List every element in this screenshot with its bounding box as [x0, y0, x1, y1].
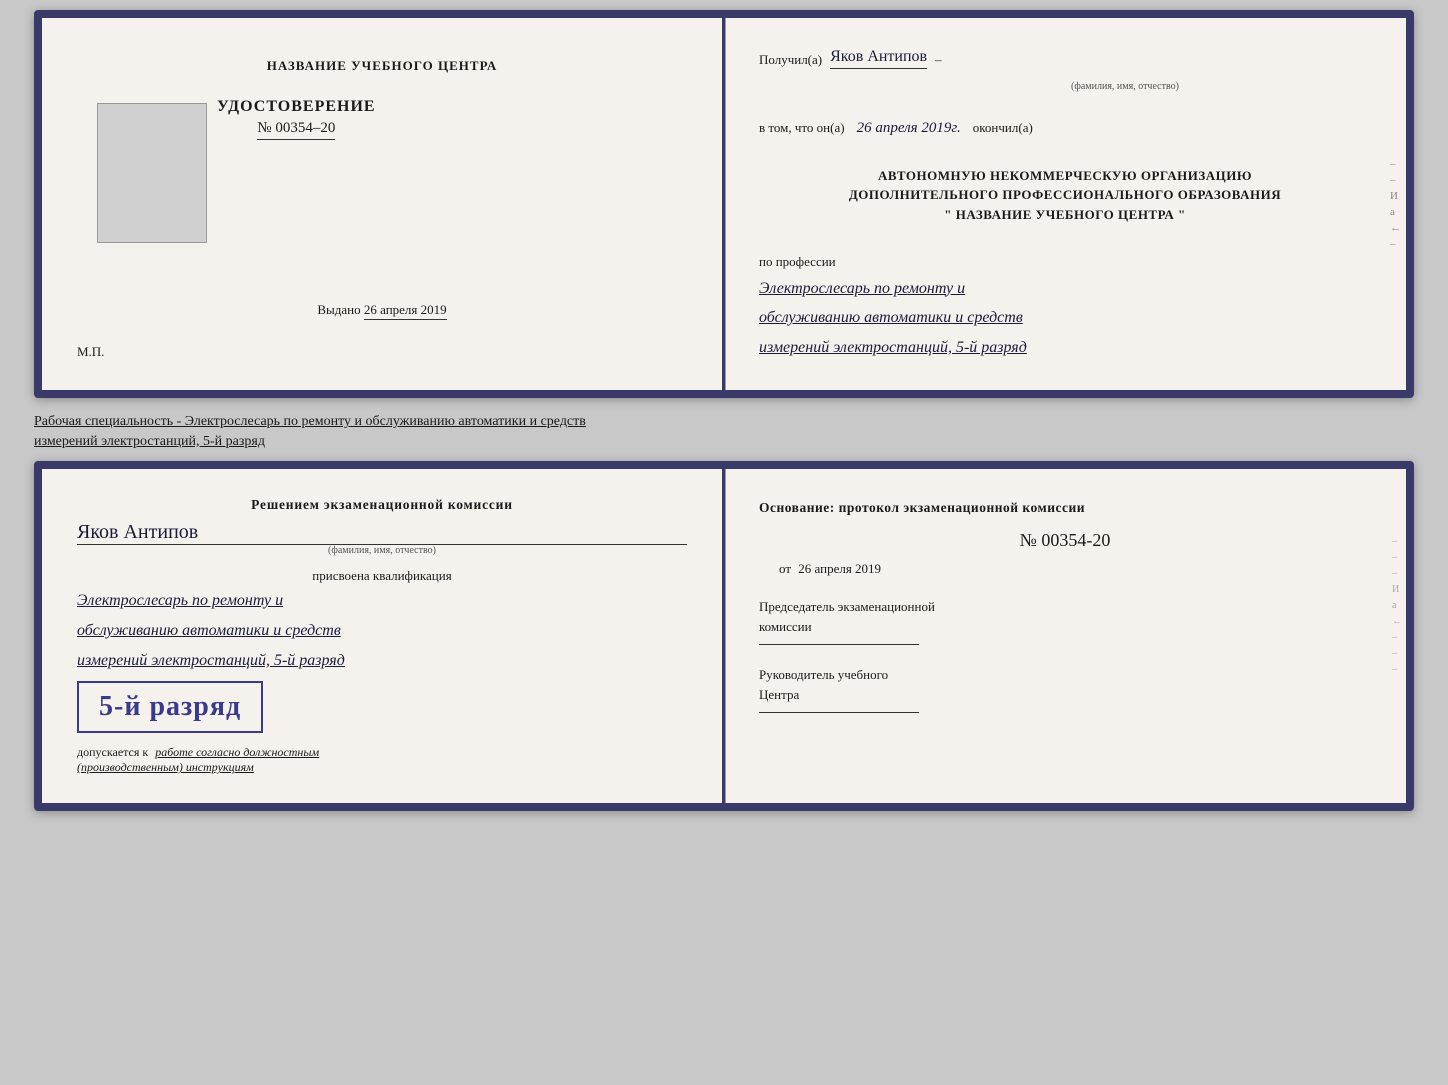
chairman-label1: Председатель экзаменационной [759, 599, 935, 614]
profession-label: по профессии [759, 252, 1371, 272]
qual-line3: измерений электростанций, 5-й разряд [77, 648, 687, 674]
admission-block: допускается к работе согласно должностны… [77, 745, 687, 775]
head-label1: Руководитель учебного [759, 667, 888, 682]
dash: – [935, 50, 942, 70]
in-that-block: в том, что он(а) 26 апреля 2019г. окончи… [759, 118, 1371, 138]
separator-label: Рабочая специальность - Электрослесарь п… [34, 406, 1414, 453]
profession-line1: Электрослесарь по ремонту и [759, 276, 1371, 302]
left-center-title: НАЗВАНИЕ УЧЕБНОГО ЦЕНТРА [267, 58, 498, 74]
chairman-label2: комиссии [759, 619, 812, 634]
date-handwritten: 26 апреля 2019г. [857, 120, 961, 136]
protocol-number: № 00354-20 [759, 530, 1371, 551]
profession-line3: измерений электростанций, 5-й разряд [759, 335, 1371, 361]
separator-text: Рабочая специальность - Электрослесарь п… [34, 414, 586, 449]
person-block: Яков Антипов (фамилия, имя, отчество) [77, 521, 687, 556]
cert-number: № 00354–20 [257, 120, 335, 140]
org-line3: " НАЗВАНИЕ УЧЕБНОГО ЦЕНТРА " [759, 205, 1371, 225]
recipient-name: Яков Антипов [830, 48, 927, 69]
org-block: АВТОНОМНУЮ НЕКОММЕРЧЕСКУЮ ОРГАНИЗАЦИЮ ДО… [759, 166, 1371, 225]
basis-label: Основание: протокол экзаменационной коми… [759, 497, 1371, 520]
date-label: Выдано [317, 302, 360, 317]
org-line1: АВТОНОМНУЮ НЕКОММЕРЧЕСКУЮ ОРГАНИЗАЦИЮ [759, 166, 1371, 186]
cert-info-block: УДОСТОВЕРЕНИЕ № 00354–20 [217, 98, 376, 140]
person-name-subtext: (фамилия, имя, отчество) [77, 545, 687, 556]
profession-line2: обслуживанию автоматики и средств [759, 305, 1371, 331]
document-1: НАЗВАНИЕ УЧЕБНОГО ЦЕНТРА УДОСТОВЕРЕНИЕ №… [34, 10, 1414, 398]
chairman-signature-line [759, 644, 919, 645]
chairman-block: Председатель экзаменационной комиссии [759, 597, 1371, 645]
decision-text: Решением экзаменационной комиссии [77, 497, 687, 513]
qual-line1: Электрослесарь по ремонту и [77, 588, 687, 614]
recipient-block: Получил(а) Яков Антипов – [759, 48, 1371, 69]
mp-stamp: М.П. [77, 344, 104, 360]
head-block: Руководитель учебного Центра [759, 665, 1371, 713]
from-date-block: от 26 апреля 2019 [779, 561, 1371, 577]
grade-box: 5-й разряд [77, 681, 263, 733]
date-value: 26 апреля 2019 [364, 302, 447, 320]
doc2-right-page: Основание: протокол экзаменационной коми… [724, 469, 1406, 803]
from-prefix: от [779, 561, 791, 576]
org-line2: ДОПОЛНИТЕЛЬНОГО ПРОФЕССИОНАЛЬНОГО ОБРАЗО… [759, 185, 1371, 205]
qual-line2: обслуживанию автоматики и средств [77, 618, 687, 644]
cert-photo [97, 103, 207, 243]
right-edge-marks: – – И а ← – [1390, 158, 1401, 250]
head-signature-line [759, 712, 919, 713]
qualification-block: присвоена квалификация Электрослесарь по… [77, 568, 687, 673]
grade-text: 5-й разряд [99, 691, 241, 722]
name-subtext: (фамилия, имя, отчество) [879, 81, 1371, 92]
doc2-right-edge-marks: – – – И а ← – – – [1392, 536, 1402, 675]
cert-title: УДОСТОВЕРЕНИЕ [217, 98, 376, 116]
person-name: Яков Антипов [77, 521, 687, 545]
doc1-left-page: НАЗВАНИЕ УЧЕБНОГО ЦЕНТРА УДОСТОВЕРЕНИЕ №… [42, 18, 724, 390]
document-2: Решением экзаменационной комиссии Яков А… [34, 461, 1414, 811]
finished-label: окончил(а) [973, 120, 1033, 135]
received-label: Получил(а) [759, 50, 822, 70]
from-date-value: 26 апреля 2019 [798, 561, 881, 576]
doc2-left-page: Решением экзаменационной комиссии Яков А… [42, 469, 724, 803]
cert-date-area: Выдано 26 апреля 2019 [317, 302, 446, 320]
doc1-right-page: Получил(а) Яков Антипов – (фамилия, имя,… [724, 18, 1406, 390]
left-middle-area: УДОСТОВЕРЕНИЕ № 00354–20 [77, 88, 687, 258]
qual-label: присвоена квалификация [77, 568, 687, 584]
head-label2: Центра [759, 687, 799, 702]
profession-block: по профессии Электрослесарь по ремонту и… [759, 252, 1371, 360]
in-that-label: в том, что он(а) [759, 120, 845, 135]
admission-text: допускается к [77, 745, 148, 759]
